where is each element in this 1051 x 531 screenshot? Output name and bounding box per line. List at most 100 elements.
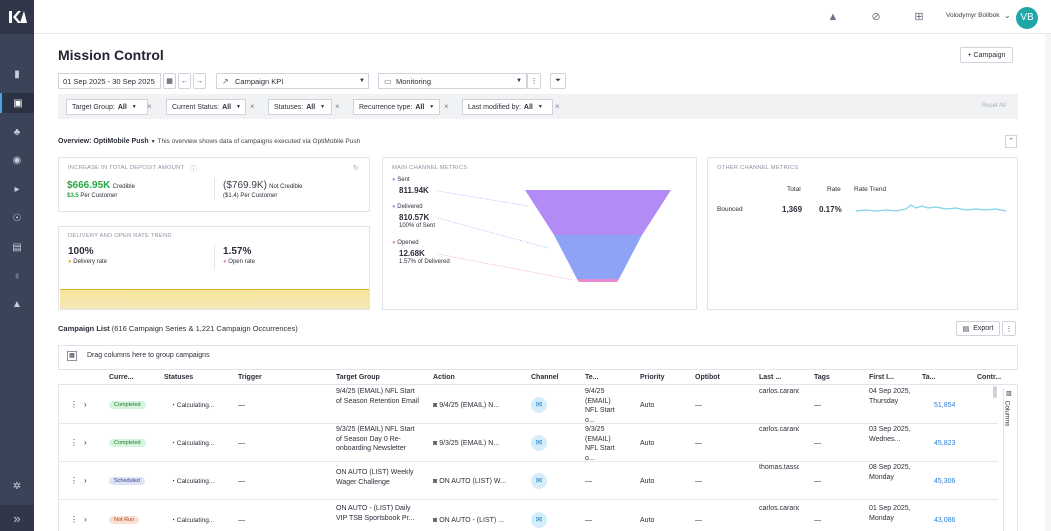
bulb-icon[interactable]: ♀ [0, 266, 34, 286]
tags-cell: — [814, 440, 821, 447]
chart-icon[interactable]: ▮ [0, 64, 34, 84]
email-channel-icon[interactable]: ✉ [531, 397, 547, 413]
action-cell[interactable]: ◙ 9/4/25 (EMAIL) N... [433, 401, 513, 411]
expand-icon[interactable]: » [0, 505, 34, 531]
monitor-icon[interactable]: ▣ [0, 93, 34, 113]
email-channel-icon[interactable]: ✉ [531, 473, 547, 489]
filter-current-status[interactable]: Current Status: All ▼ [166, 99, 246, 115]
email-channel-icon[interactable]: ✉ [531, 512, 547, 528]
col-current-status[interactable]: Curre... [109, 374, 134, 381]
dropdown-caret-icon[interactable]: ▼ [151, 139, 156, 145]
add-campaign-button[interactable]: + Campaign [960, 47, 1013, 63]
app-logo[interactable] [0, 0, 34, 34]
row-menu-icon[interactable]: ⋮ [70, 400, 78, 410]
clear-filter-icon[interactable]: × [335, 102, 340, 111]
col-target[interactable]: Ta... [922, 374, 935, 381]
settings-icon[interactable]: ✲ [0, 476, 34, 496]
clear-filter-icon[interactable]: × [147, 102, 152, 111]
overview-channel-select[interactable]: OptiMobile Push [93, 138, 148, 145]
target-count-link[interactable]: 45,823 [934, 439, 955, 449]
chevron-down-icon[interactable]: ⌄ [1004, 11, 1011, 20]
row-menu-icon[interactable]: ⋮ [70, 515, 78, 525]
table-row[interactable]: ⋮ › Scheduled ◔ Calculating... — ON AUTO… [58, 462, 998, 500]
table-row[interactable]: ⋮ › Not Run ◔ Calculating... — ON AUTO -… [58, 500, 998, 531]
academy-icon[interactable]: ▲ [826, 10, 840, 24]
filter-icon[interactable]: ⏷ [550, 73, 566, 89]
row-menu-icon[interactable]: ⋮ [70, 476, 78, 486]
page-scrollbar[interactable] [1045, 34, 1051, 531]
table-scrollbar[interactable] [993, 386, 997, 398]
action-text: ON AUTO (LIST) W... [439, 478, 506, 485]
logo-icon [9, 11, 27, 23]
clear-filter-icon[interactable]: × [555, 102, 560, 111]
filter-target-group[interactable]: Target Group: All ▼ [66, 99, 148, 115]
list-more-icon[interactable]: ⋮ [1002, 321, 1016, 336]
col-statuses[interactable]: Statuses [164, 374, 193, 381]
expand-row-icon[interactable]: › [84, 476, 87, 486]
spinner-icon: ◔ [171, 517, 175, 524]
kpi-select[interactable]: ↗ Campaign KPI ▼ [216, 73, 369, 89]
col-target-group[interactable]: Target Group [336, 374, 380, 381]
collapse-overview-icon[interactable]: ⌃ [1005, 135, 1017, 148]
database-icon[interactable]: ▤ [0, 237, 34, 257]
col-priority[interactable]: Priority [640, 374, 665, 381]
target-group-cell[interactable]: ON AUTO - (LIST) Daily VIP TSB Sportsboo… [336, 504, 420, 531]
refresh-icon[interactable]: ↻ [353, 164, 359, 172]
calendar-icon[interactable]: ▦ [163, 73, 176, 89]
status-badge: Completed [109, 439, 146, 447]
brain-icon[interactable]: ☉ [0, 208, 34, 228]
expand-row-icon[interactable]: › [84, 515, 87, 525]
tags-cell: — [814, 402, 821, 409]
filter-last-modified[interactable]: Last modified by: All ▼ [462, 99, 553, 115]
table-row[interactable]: ⋮ › Completed ◔ Calculating... — 9/4/25 … [58, 386, 998, 424]
target-count-link[interactable]: 43,086 [934, 516, 955, 526]
export-button[interactable]: ▤ Export [956, 321, 1000, 336]
target-count-link[interactable]: 45,306 [934, 477, 955, 487]
col-trigger[interactable]: Trigger [238, 374, 262, 381]
play-icon[interactable]: ▸ [0, 179, 34, 199]
avatar[interactable]: VB [1016, 7, 1038, 29]
monitor-select[interactable]: ▭ Monitoring ▼ [378, 73, 527, 89]
expand-row-icon[interactable]: › [84, 400, 87, 410]
col-optibot[interactable]: Optibot [695, 374, 720, 381]
filter-value: All [523, 103, 533, 111]
col-tags[interactable]: Tags [814, 374, 830, 381]
col-action[interactable]: Action [433, 374, 455, 381]
target-group-cell[interactable]: ON AUTO (LIST) Weekly Wager Challenge [336, 468, 420, 492]
target-count-link[interactable]: 51,854 [934, 401, 955, 411]
table-row[interactable]: ⋮ › Completed ◔ Calculating... — 9/3/25 … [58, 424, 998, 462]
clear-filter-icon[interactable]: × [250, 102, 255, 111]
info-icon[interactable]: ⓘ [190, 164, 197, 174]
date-range-input[interactable]: 01 Sep 2025 - 30 Sep 2025 [58, 73, 161, 89]
prev-range-icon[interactable]: ← [178, 73, 191, 89]
statuses-text: Calculating... [176, 478, 215, 485]
col-control[interactable]: Contr... [977, 374, 1001, 381]
group-columns-icon[interactable]: ▦ [67, 351, 77, 361]
filter-statuses[interactable]: Statuses: All ▼ [268, 99, 332, 115]
action-cell[interactable]: ◙ 9/3/25 (EMAIL) N... [433, 439, 513, 449]
columns-side-panel[interactable]: ▥ Columns [1003, 388, 1016, 531]
action-cell[interactable]: ◙ ON AUTO - (LIST) ... [433, 516, 513, 526]
col-template[interactable]: Te... [585, 374, 598, 381]
clear-filter-icon[interactable]: × [444, 102, 449, 111]
filter-recurrence-type[interactable]: Recurrence type: All ▼ [353, 99, 440, 115]
users-icon[interactable]: ♣ [0, 122, 34, 142]
target-icon[interactable]: ◉ [0, 150, 34, 170]
flask-icon[interactable]: ▲ [0, 294, 34, 314]
apps-grid-icon[interactable]: ⊞ [912, 10, 926, 24]
support-icon[interactable]: ⊘ [869, 10, 883, 24]
more-options-icon[interactable]: ⋮ [527, 73, 541, 89]
row-menu-icon[interactable]: ⋮ [70, 438, 78, 448]
col-first-run[interactable]: First I... [869, 374, 894, 381]
target-group-cell[interactable]: 9/3/25 (EMAIL) NFL Start of Season Day 0… [336, 425, 420, 461]
action-cell[interactable]: ◙ ON AUTO (LIST) W... [433, 477, 513, 487]
reset-all-button[interactable]: Reset All [982, 103, 1006, 109]
target-group-cell[interactable]: 9/4/25 (EMAIL) NFL Start of Season Reten… [336, 387, 420, 423]
delivery-card: DELIVERY AND OPEN RATE TREND 100% ● Deli… [58, 226, 370, 310]
next-range-icon[interactable]: → [193, 73, 206, 89]
email-channel-icon[interactable]: ✉ [531, 435, 547, 451]
user-name[interactable]: Volodymyr Bolibok [946, 12, 999, 19]
col-last-modified[interactable]: Last ... [759, 374, 781, 381]
expand-row-icon[interactable]: › [84, 438, 87, 448]
col-channel[interactable]: Channel [531, 374, 559, 381]
